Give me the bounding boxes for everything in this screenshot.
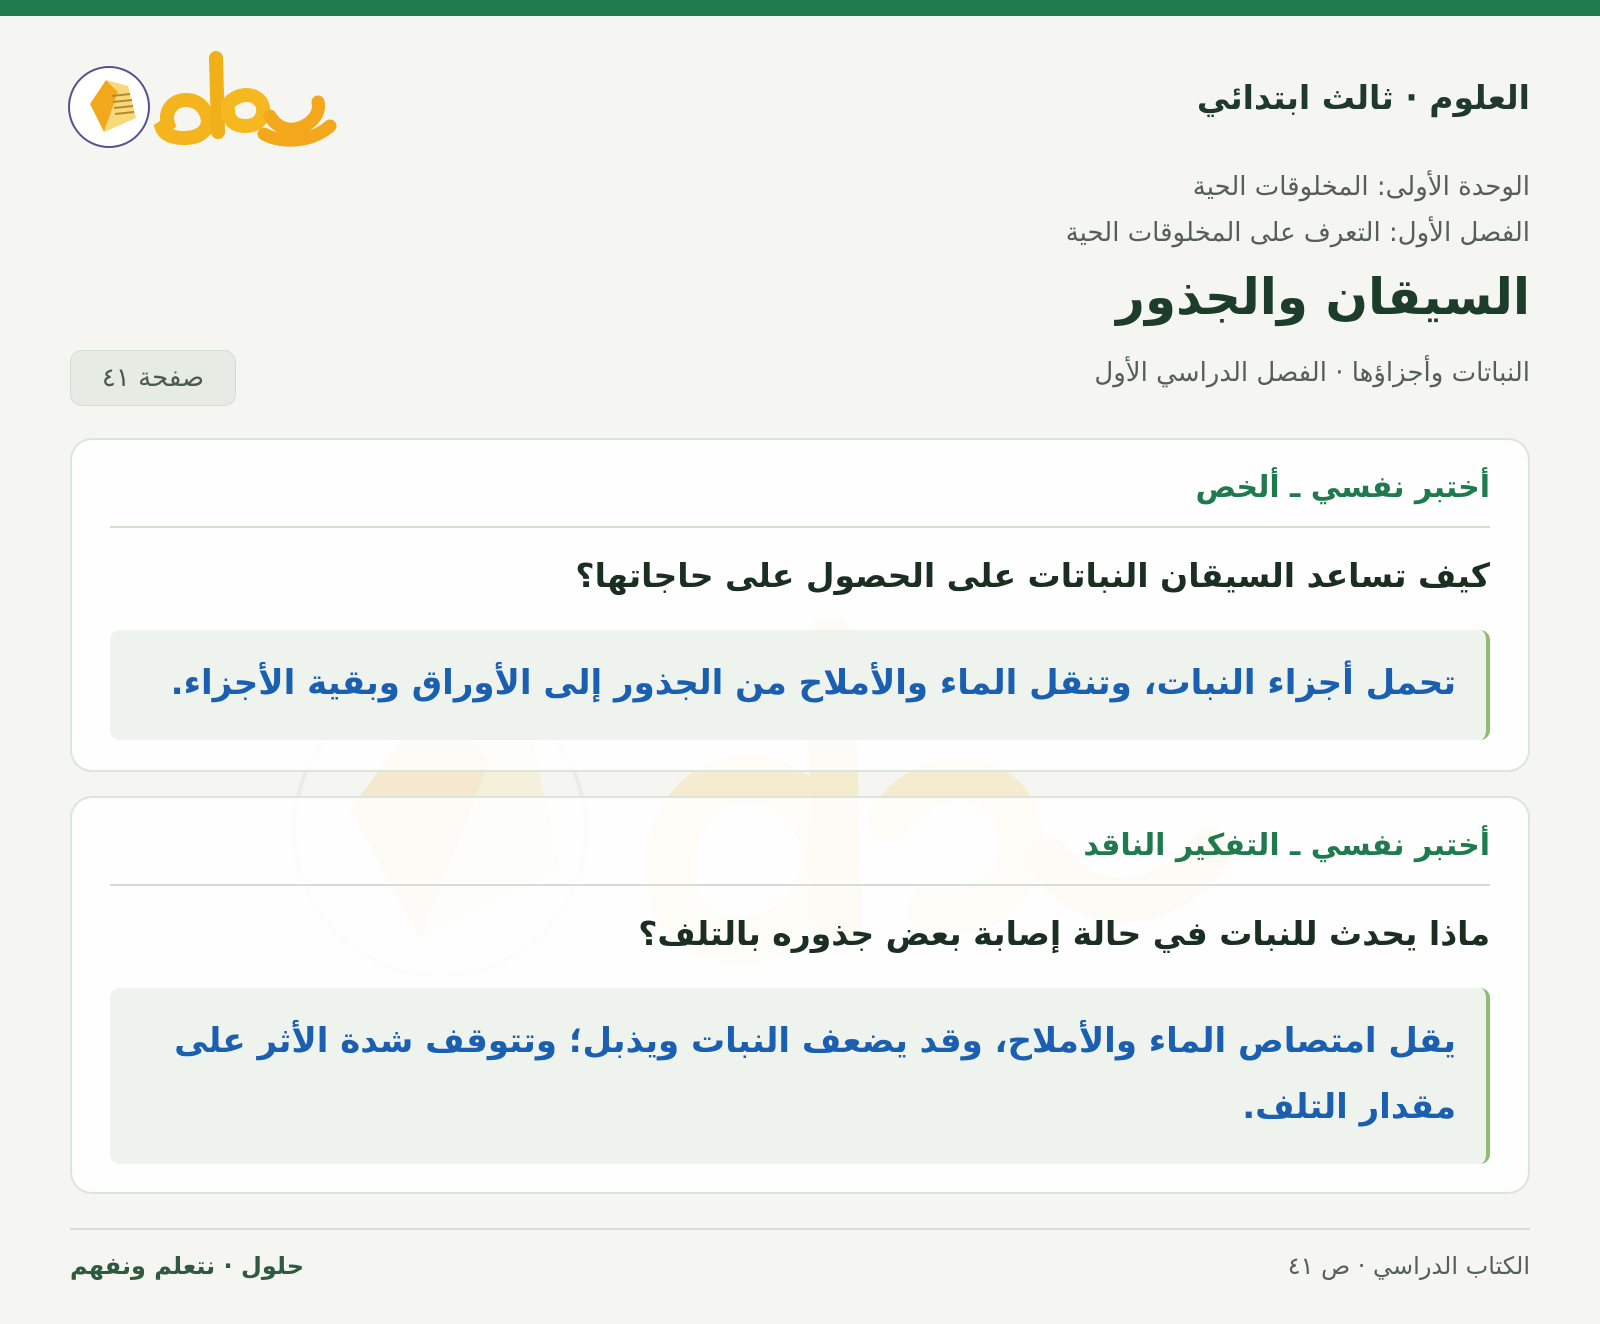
lesson-title: السيقان والجذور [1116,268,1530,326]
page-number-badge: صفحة ٤١ [70,350,236,406]
question-text: كيف تساعد السيقان النباتات على الحصول عل… [575,556,1490,595]
top-accent-bar [0,0,1600,16]
exercise-card-summarize: أختبر نفسي ـ ألخص كيف تساعد السيقان النب… [70,438,1530,772]
footer-book-reference: الكتاب الدراسي · ص ٤١ [1287,1252,1530,1280]
unit-label: الوحدة الأولى: المخلوقات الحية [1192,172,1530,202]
question-text: ماذا يحدث للنبات في حالة إصابة بعض جذوره… [638,914,1490,953]
card-label: أختبر نفسي ـ ألخص [1195,470,1490,505]
card-divider [110,526,1490,528]
card-divider [110,884,1490,886]
hulul-logo [68,51,337,148]
footer-divider [70,1228,1530,1230]
lesson-meta: النباتات وأجزاؤها · الفصل الدراسي الأول [1094,358,1530,388]
exercise-card-critical-thinking: أختبر نفسي ـ التفكير الناقد ماذا يحدث لل… [70,796,1530,1194]
footer-slogan: حلول · نتعلم ونفهم [70,1252,304,1280]
subject-title: العلوم · ثالث ابتدائي [1196,78,1530,117]
card-label: أختبر نفسي ـ التفكير الناقد [1083,828,1490,863]
answer-box: يقل امتصاص الماء والأملاح، وقد يضعف النب… [110,988,1490,1164]
answer-box: تحمل أجزاء النبات، وتنقل الماء والأملاح … [110,630,1490,740]
chapter-label: الفصل الأول: التعرف على المخلوقات الحية [1065,218,1530,248]
